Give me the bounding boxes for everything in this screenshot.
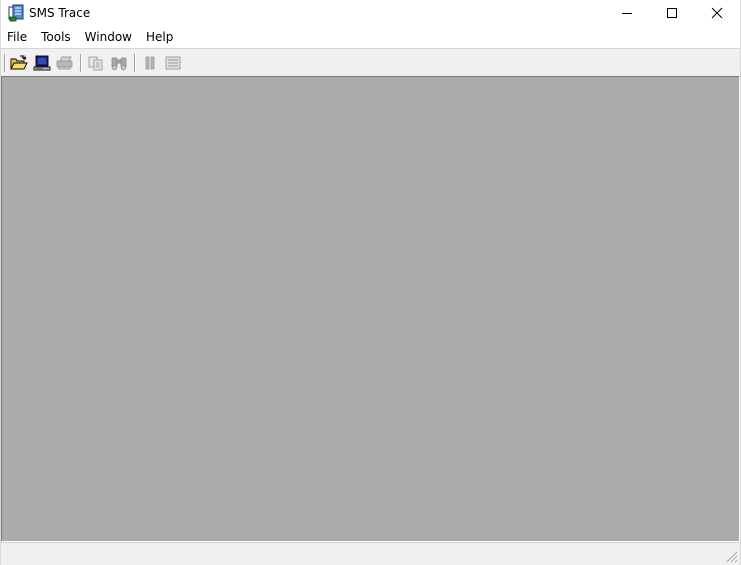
open-button[interactable] bbox=[9, 53, 29, 73]
close-icon bbox=[711, 7, 723, 19]
menu-window[interactable]: Window bbox=[78, 26, 139, 48]
title-bar[interactable]: SMS Trace bbox=[1, 0, 740, 26]
copy-button[interactable] bbox=[86, 53, 106, 73]
maximize-button[interactable] bbox=[649, 0, 695, 26]
status-bar bbox=[1, 542, 740, 565]
toolbar-separator bbox=[134, 54, 135, 72]
resize-grip-icon[interactable] bbox=[724, 549, 738, 563]
app-window: SMS Trace File Tools Window Help bbox=[0, 0, 741, 565]
toolbar-separator bbox=[80, 54, 81, 72]
open-remote-button[interactable] bbox=[32, 53, 52, 73]
menu-help[interactable]: Help bbox=[139, 26, 180, 48]
toolbar-grip[interactable] bbox=[4, 54, 5, 72]
window-title: SMS Trace bbox=[29, 6, 91, 20]
print-icon bbox=[56, 56, 73, 70]
open-folder-icon bbox=[10, 55, 28, 70]
minimize-icon bbox=[622, 13, 632, 14]
status-text bbox=[3, 546, 721, 562]
computer-icon bbox=[33, 55, 51, 71]
find-icon bbox=[111, 57, 127, 71]
menu-tools[interactable]: Tools bbox=[34, 26, 78, 48]
menu-file[interactable]: File bbox=[1, 26, 34, 48]
pause-button[interactable] bbox=[140, 53, 160, 73]
mdi-client-area[interactable] bbox=[1, 76, 740, 542]
find-button[interactable] bbox=[109, 53, 129, 73]
copy-icon bbox=[88, 56, 103, 71]
toolbar bbox=[1, 48, 740, 76]
list-button[interactable] bbox=[163, 53, 183, 73]
menu-bar: File Tools Window Help bbox=[1, 26, 740, 48]
minimize-button[interactable] bbox=[604, 0, 650, 26]
pause-icon bbox=[145, 56, 155, 70]
close-button[interactable] bbox=[694, 0, 740, 26]
sms-trace-app-icon[interactable] bbox=[7, 4, 25, 22]
maximize-icon bbox=[667, 8, 677, 18]
list-icon bbox=[165, 56, 181, 70]
print-button[interactable] bbox=[55, 53, 75, 73]
